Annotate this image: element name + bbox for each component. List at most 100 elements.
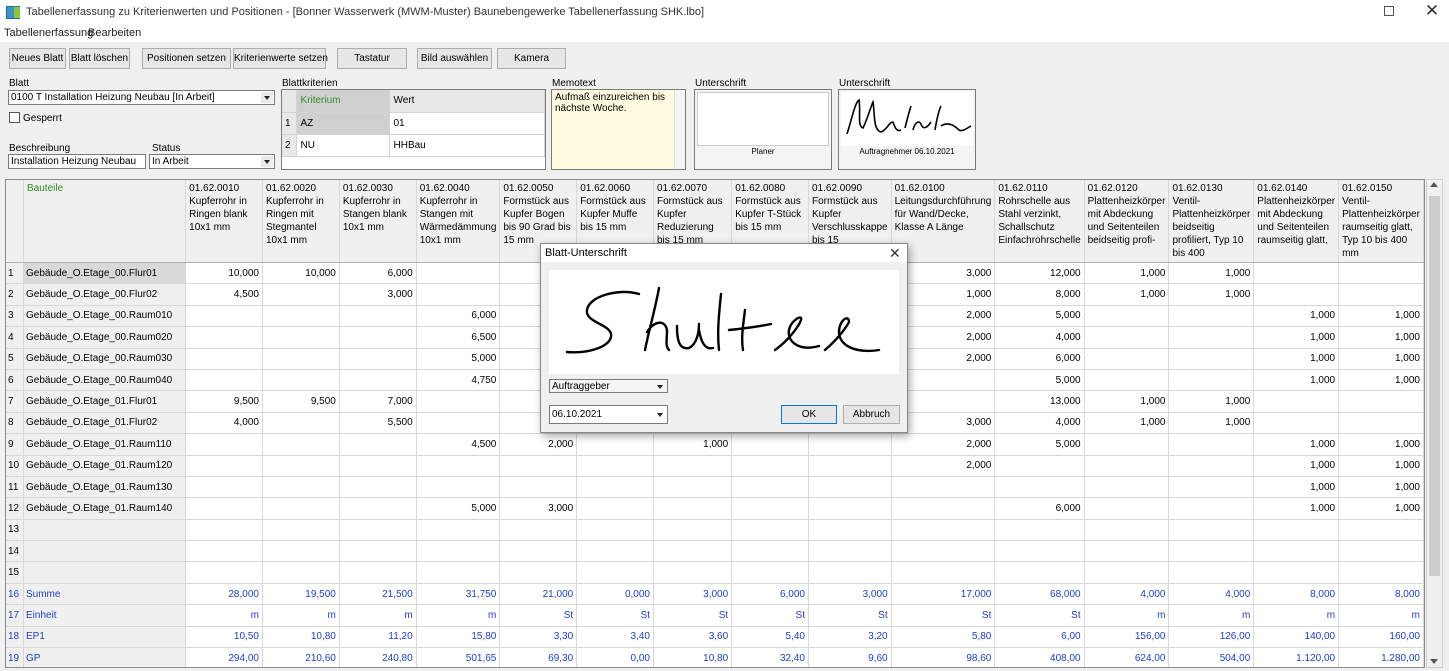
grid-cell[interactable] <box>731 433 809 456</box>
close-icon[interactable]: ✕ <box>1422 1 1442 21</box>
grid-cell[interactable] <box>185 519 263 542</box>
grid-cell[interactable] <box>1338 412 1424 435</box>
grid-cell[interactable] <box>891 497 996 520</box>
grid-cell[interactable]: 4,000 <box>994 326 1085 349</box>
grid-cell[interactable] <box>1253 262 1340 285</box>
grid-cell[interactable]: 28,000 <box>185 583 263 606</box>
crit-cell[interactable]: 01 <box>389 112 545 135</box>
grid-cell[interactable] <box>1084 561 1170 584</box>
grid-cell[interactable] <box>1168 561 1255 584</box>
grid-cell[interactable]: 6,000 <box>994 348 1085 370</box>
grid-cell[interactable]: 504,00 <box>1168 647 1255 667</box>
row-number[interactable]: 3 <box>6 305 24 328</box>
grid-cell[interactable]: 4,750 <box>416 369 501 392</box>
tastatur-button[interactable]: Tastatur <box>337 48 407 69</box>
ok-button[interactable]: OK <box>781 405 837 424</box>
signature-auftragnehmer-box[interactable]: Auftragnehmer 06.10.2021 <box>838 89 976 170</box>
memo-scrollbar[interactable] <box>674 90 685 169</box>
grid-cell[interactable]: St <box>576 604 654 627</box>
grid-cell[interactable]: 1,000 <box>1253 433 1340 456</box>
grid-cell[interactable] <box>653 455 733 477</box>
grid-cell[interactable] <box>416 455 501 477</box>
grid-cell[interactable] <box>339 497 417 520</box>
grid-cell[interactable] <box>994 476 1085 499</box>
crit-cell[interactable]: HHBau <box>389 134 545 157</box>
grid-cell[interactable] <box>576 433 654 456</box>
grid-cell[interactable] <box>1338 390 1424 413</box>
grid-cell[interactable] <box>1253 412 1340 435</box>
grid-cell[interactable]: 6,000 <box>339 262 417 285</box>
grid-cell[interactable]: 17,000 <box>891 583 996 606</box>
grid-cell[interactable]: 3,000 <box>339 283 417 306</box>
bauteil-name[interactable]: Gebäude_O.Etage_01.Raum130 <box>23 476 187 499</box>
grid-cell[interactable] <box>262 348 340 370</box>
grid-cell[interactable] <box>994 455 1085 477</box>
grid-cell[interactable]: 6,00 <box>994 626 1085 649</box>
grid-cell[interactable]: 21,000 <box>499 583 578 606</box>
grid-cell[interactable] <box>262 455 340 477</box>
grid-cell[interactable]: 156,00 <box>1084 626 1170 649</box>
bauteil-name[interactable] <box>23 519 187 542</box>
grid-cell[interactable]: 1,000 <box>1338 455 1424 477</box>
grid-cell[interactable]: 3,30 <box>499 626 578 649</box>
grid-cell[interactable] <box>653 561 733 584</box>
grid-cell[interactable]: 9,60 <box>808 647 892 667</box>
grid-cell[interactable] <box>1338 561 1424 584</box>
chevron-down-icon[interactable] <box>654 381 666 392</box>
grid-cell[interactable]: 21,500 <box>339 583 417 606</box>
grid-cell[interactable] <box>185 455 263 477</box>
chevron-down-icon[interactable] <box>654 409 666 420</box>
grid-cell[interactable] <box>1084 540 1170 563</box>
status-select[interactable]: In Arbeit <box>149 154 275 169</box>
chevron-down-icon[interactable] <box>261 92 273 103</box>
grid-cell[interactable]: 1.120,00 <box>1253 647 1340 667</box>
row-number[interactable]: 11 <box>6 476 24 499</box>
positionen-setzen-button[interactable]: Positionen setzen <box>142 48 231 69</box>
grid-cell[interactable]: 0,000 <box>576 583 654 606</box>
grid-cell[interactable] <box>499 561 578 584</box>
grid-cell[interactable] <box>1168 497 1255 520</box>
grid-cell[interactable] <box>416 390 501 413</box>
bauteil-name[interactable]: Einheit <box>23 604 187 627</box>
grid-cell[interactable]: 5,500 <box>339 412 417 435</box>
grid-cell[interactable] <box>262 369 340 392</box>
grid-cell[interactable]: 1,000 <box>1253 305 1340 328</box>
grid-cell[interactable]: 2,000 <box>499 433 578 456</box>
grid-cell[interactable] <box>653 540 733 563</box>
dialog-close-icon[interactable]: ✕ <box>889 245 901 262</box>
grid-cell[interactable] <box>891 561 996 584</box>
kriterienwerte-setzen-button[interactable]: Kriterienwerte setzen <box>233 48 328 69</box>
grid-cell[interactable]: m <box>339 604 417 627</box>
bauteil-name[interactable]: Gebäude_O.Etage_01.Flur01 <box>23 390 187 413</box>
grid-cell[interactable]: 1,000 <box>1338 476 1424 499</box>
chevron-down-icon[interactable] <box>261 156 273 167</box>
grid-cell[interactable] <box>185 497 263 520</box>
grid-cell[interactable]: 3,40 <box>576 626 654 649</box>
gesperrt-checkbox[interactable] <box>9 112 20 123</box>
grid-cell[interactable]: 501,65 <box>416 647 501 667</box>
grid-cell[interactable] <box>1253 519 1340 542</box>
grid-cell[interactable]: 1,000 <box>1253 497 1340 520</box>
grid-cell[interactable] <box>262 476 340 499</box>
grid-cell[interactable] <box>576 561 654 584</box>
grid-cell[interactable] <box>185 540 263 563</box>
grid-cell[interactable]: 4,500 <box>416 433 501 456</box>
grid-cell[interactable] <box>891 476 996 499</box>
grid-cell[interactable] <box>416 540 501 563</box>
row-number[interactable]: 4 <box>6 326 24 349</box>
grid-cell[interactable]: 6,500 <box>416 326 501 349</box>
grid-cell[interactable]: 1,000 <box>653 433 733 456</box>
grid-cell[interactable] <box>653 476 733 499</box>
grid-cell[interactable] <box>1168 455 1255 477</box>
grid-column-header[interactable]: 01.62.0110 Rohrschelle aus Stahl verzink… <box>994 180 1085 263</box>
grid-cell[interactable]: 10,50 <box>185 626 263 649</box>
grid-cell[interactable] <box>1338 519 1424 542</box>
grid-cell[interactable] <box>416 561 501 584</box>
bauteil-name[interactable]: Gebäude_O.Etage_00.Raum040 <box>23 369 187 392</box>
grid-cell[interactable] <box>576 455 654 477</box>
grid-cell[interactable] <box>339 369 417 392</box>
grid-cell[interactable] <box>1084 369 1170 392</box>
grid-cell[interactable]: 4,000 <box>1168 583 1255 606</box>
grid-cell[interactable] <box>808 455 892 477</box>
grid-cell[interactable] <box>576 540 654 563</box>
